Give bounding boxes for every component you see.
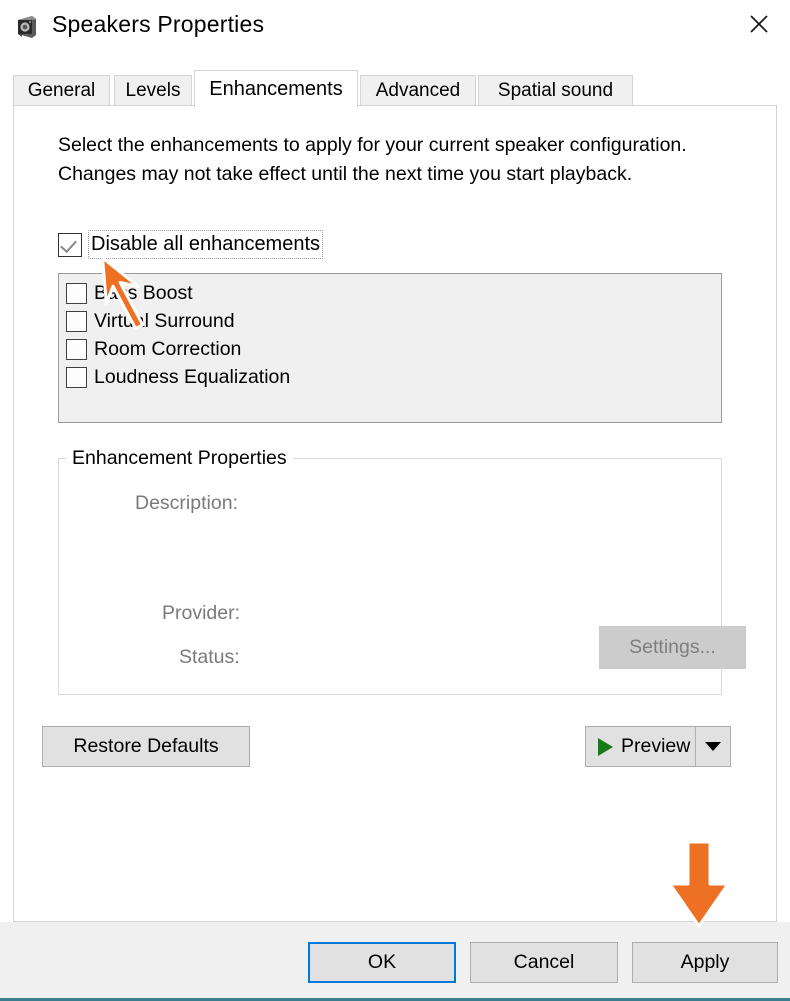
provider-label: Provider: [162,602,241,624]
play-triangle-icon [598,737,613,756]
enhancements-list[interactable]: Bass Boost Virtual Surround Room Correct… [58,273,722,423]
list-item[interactable]: Room Correction [59,335,721,363]
enhancement-checkbox[interactable] [66,366,87,388]
enhancement-checkbox[interactable] [66,338,87,360]
restore-defaults-button[interactable]: Restore Defaults [42,726,250,767]
tab-general[interactable]: General [13,75,110,106]
dialog-footer: OK Cancel Apply [0,922,790,1001]
disable-all-enhancements-label: Disable all enhancements [88,230,324,259]
enhancement-checkbox[interactable] [66,310,87,332]
list-item[interactable]: Loudness Equalization [59,363,721,391]
ok-button[interactable]: OK [308,942,456,983]
enhancement-checkbox[interactable] [66,282,87,304]
disable-all-enhancements-row[interactable]: Disable all enhancements [58,230,324,259]
intro-description: Select the enhancements to apply for you… [58,134,687,185]
description-label: Description: [135,492,238,514]
enhancement-label: Room Correction [94,337,242,360]
list-item[interactable]: Virtual Surround [59,307,721,335]
preview-button-label: Preview [621,735,691,757]
enhancement-properties-title: Enhancement Properties [66,447,293,470]
tab-spatial-sound[interactable]: Spatial sound [478,75,633,106]
close-icon[interactable] [728,0,790,48]
list-item[interactable]: Bass Boost [59,279,721,307]
apply-button[interactable]: Apply [632,942,778,983]
preview-button[interactable]: Preview [585,726,731,767]
chevron-down-icon [705,742,721,751]
cancel-button[interactable]: Cancel [470,942,618,983]
preview-button-main[interactable]: Preview [586,727,695,766]
disable-all-enhancements-checkbox[interactable] [58,232,82,257]
speakers-properties-dialog: PC risk.com Speakers Properties General [0,0,790,1001]
window-title: Speakers Properties [52,11,265,37]
status-label: Status: [179,646,240,668]
enhancements-tab-panel: Select the enhancements to apply for you… [13,105,777,922]
enhancement-label: Bass Boost [94,281,193,304]
tab-advanced[interactable]: Advanced [360,75,476,106]
enhancement-label: Loudness Equalization [94,365,291,388]
tab-levels[interactable]: Levels [114,75,192,106]
tab-enhancements[interactable]: Enhancements [194,70,358,108]
title-bar: Speakers Properties [0,0,790,58]
preview-dropdown-button[interactable] [695,727,730,766]
tab-strip: General Levels Enhancements Advanced Spa… [13,70,777,108]
settings-button[interactable]: Settings... [599,626,746,669]
enhancement-label: Virtual Surround [94,309,235,332]
speaker-icon [14,14,40,40]
